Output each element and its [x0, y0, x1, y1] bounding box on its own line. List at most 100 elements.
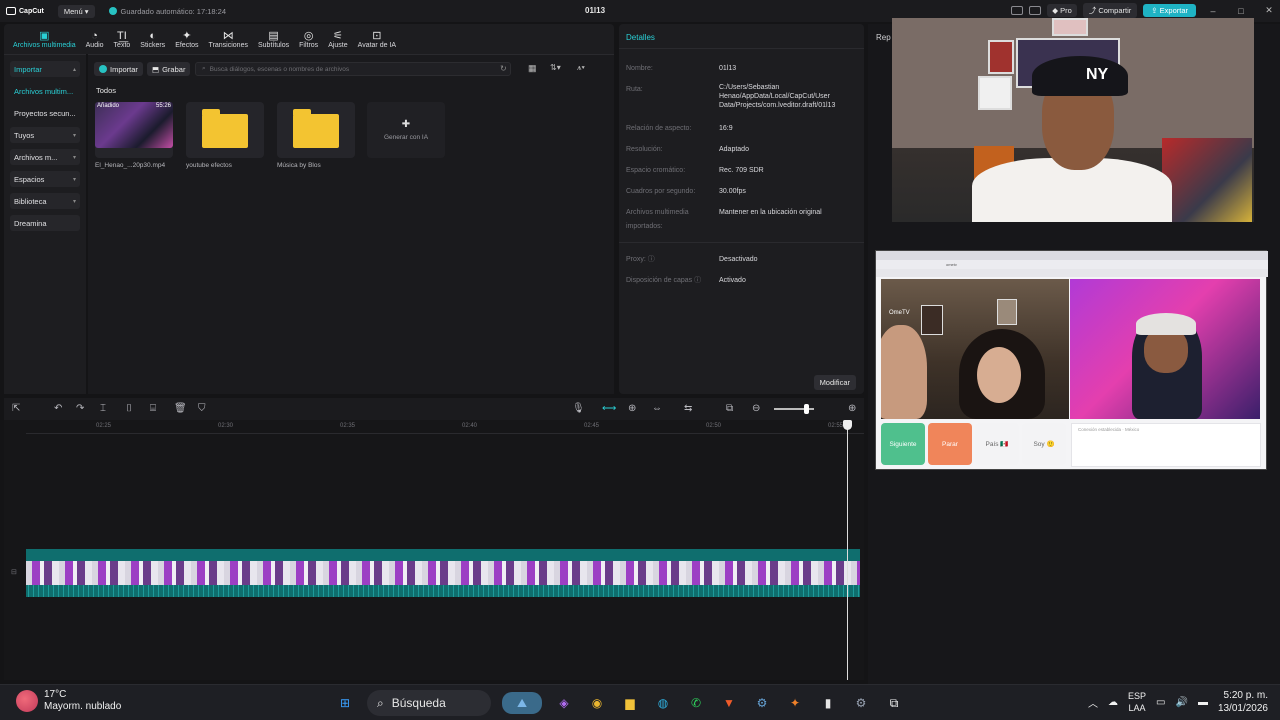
nav-item-4[interactable]: Archivos m... ▾ [10, 149, 80, 165]
media-item-folder[interactable]: youtube efectos [186, 102, 264, 169]
nav-item-6[interactable]: Biblioteca ▾ [10, 193, 80, 209]
generate-ai-button[interactable]: ✚ Generar con IA [367, 102, 445, 158]
track-lock-icon[interactable]: ⊟ [11, 568, 17, 576]
ruler-tick: 02:30 [218, 423, 234, 429]
export-button[interactable]: ⇪ Exportar [1143, 4, 1196, 17]
zoom-out-icon[interactable]: ⊖ [752, 398, 760, 420]
start-icon[interactable]: ⊞ [334, 692, 356, 714]
system-tray: ︿ ☁ ESP LAA ▭ 🔊 ▬ 5:20 p. m. 13/01/2026 [1088, 689, 1268, 715]
app-icon-orange[interactable]: ✦ [784, 692, 806, 714]
trim-right-icon[interactable]: ⌸ [150, 398, 156, 420]
whatsapp-icon[interactable]: ✆ [685, 692, 707, 714]
chevron-up-icon[interactable]: ︿ [1088, 695, 1098, 710]
record-button[interactable]: ⬒ Grabar [147, 62, 191, 76]
language-indicator[interactable]: ESP LAA [1128, 690, 1146, 714]
undo-icon[interactable]: ↶ [54, 398, 62, 420]
next-button[interactable]: Siguiente [881, 423, 925, 465]
trim-left-icon[interactable]: ⌷ [126, 398, 132, 420]
import-button[interactable]: Importar [94, 62, 143, 76]
tab-label: Audio [85, 42, 104, 49]
tab-audio[interactable]: ◔ Audio [81, 30, 109, 54]
file-explorer-icon[interactable]: ▆ [619, 692, 641, 714]
zoom-slider[interactable] [774, 404, 814, 414]
sort-icon[interactable]: ⇅▾ [550, 63, 561, 72]
menu-button[interactable]: Menú ▾ [57, 4, 95, 18]
tab-adjust[interactable]: ⚟ Ajuste [323, 30, 352, 54]
tab-label: Stickers [140, 42, 166, 49]
chat-box[interactable]: Conexión establecida · México [1071, 423, 1261, 467]
audio-waveform [26, 585, 860, 597]
magnet-icon[interactable]: ⊕ [628, 398, 636, 420]
filter-icon[interactable]: ⩚▾ [577, 63, 585, 73]
snap-icon[interactable]: ⇆ [684, 398, 692, 420]
self-video [1070, 279, 1260, 419]
tab-filter[interactable]: ◎ Filtros [294, 30, 323, 54]
project-title: 01l13 [585, 6, 606, 15]
clock[interactable]: 5:20 p. m. 13/01/2026 [1218, 689, 1268, 715]
nav-item-7[interactable]: Dreamina [10, 215, 80, 231]
tab-subtitle[interactable]: ▤ Subtítulos [253, 30, 294, 54]
link-icon[interactable]: ⟷ [602, 398, 616, 420]
microphone-icon[interactable]: 🎙 [572, 398, 585, 420]
network-icon[interactable]: ▭ [1156, 697, 1165, 708]
nav-item-0[interactable]: Importar ▴ [10, 61, 80, 77]
nav-item-5[interactable]: Espacios ▾ [10, 171, 80, 187]
tab-media[interactable]: ▣ Archivos multimedia [8, 30, 81, 54]
steam-icon[interactable]: ⚙ [751, 692, 773, 714]
maximize-button[interactable]: □ [1230, 6, 1252, 16]
grid-view-icon[interactable]: ▦ [528, 63, 537, 74]
shield-icon[interactable]: ⛉ [198, 398, 206, 420]
gender-button[interactable]: Soy 🙂 [1022, 423, 1066, 465]
tab-label: Archivos multimedia [13, 42, 76, 49]
share-button[interactable]: ⤴ Compartir [1082, 3, 1138, 18]
delete-icon[interactable]: 🗑 [174, 398, 187, 420]
media-item-folder[interactable]: Música by Blos [277, 102, 355, 169]
settings-icon[interactable]: ⚙ [850, 692, 872, 714]
landscape-app-icon[interactable]: ⛰ [502, 692, 542, 714]
onedrive-icon[interactable]: ☁ [1108, 697, 1118, 708]
preview-icon[interactable]: ⇔ [652, 398, 662, 420]
redo-icon[interactable]: ↷ [76, 398, 84, 420]
capcut-icon[interactable]: ⧉ [883, 692, 905, 714]
zoom-in-icon[interactable]: ⊕ [848, 398, 856, 420]
media-search-input[interactable]: ⌕ Busca diálogos, escenas o nombres de ar… [195, 62, 511, 76]
stats-app-icon[interactable]: ▮ [817, 692, 839, 714]
video-clip-header[interactable] [26, 549, 860, 561]
weather-widget[interactable]: 17°C Mayorm. nublado [16, 689, 121, 713]
refresh-icon[interactable]: ↻ [500, 64, 507, 73]
player-title: Rep [876, 33, 891, 42]
modify-button[interactable]: Modificar [813, 375, 856, 390]
close-button[interactable]: ✕ [1258, 5, 1280, 16]
brave-icon[interactable]: ▼ [718, 692, 740, 714]
nav-item-3[interactable]: Tuyos ▾ [10, 127, 80, 143]
video-clip[interactable] [26, 561, 860, 585]
tab-avatar[interactable]: ⊡ Avatar de IA [353, 30, 401, 54]
stop-button[interactable]: Parar [928, 423, 972, 465]
volume-icon[interactable]: 🔊 [1175, 697, 1187, 708]
battery-icon[interactable]: ▬ [1198, 697, 1208, 708]
caption-icon[interactable]: ⧉ [726, 398, 733, 420]
pro-button[interactable]: ◆ Pro [1047, 4, 1077, 17]
tab-text[interactable]: T͟I Texto [109, 30, 136, 54]
detail-key: Relación de aspecto: [626, 125, 692, 132]
tab-effects[interactable]: ✦ Efectos [170, 30, 203, 54]
copilot-icon[interactable]: ◈ [553, 692, 575, 714]
playhead[interactable] [843, 420, 852, 680]
filter-all-label[interactable]: Todos [96, 86, 116, 95]
nav-item-1[interactable]: Archivos multim... [10, 83, 80, 99]
taskbar-search[interactable]: ⌕ Búsqueda [367, 690, 491, 716]
minimize-button[interactable]: – [1202, 6, 1224, 16]
tab-sticker[interactable]: ◐ Stickers [135, 30, 170, 54]
details-title: Detalles [626, 33, 655, 42]
tab-transition[interactable]: ⋈ Transiciones [204, 30, 253, 54]
split-icon[interactable]: ⌶ [100, 398, 106, 420]
layout-icon[interactable] [1011, 6, 1024, 15]
edge-icon[interactable]: ◍ [652, 692, 674, 714]
nav-item-2[interactable]: Proyectos secun... [10, 105, 80, 121]
zoom-slider-knob[interactable] [804, 404, 809, 414]
media-item-video[interactable]: Añadido 55:26 El_Henao_...20p30.mp4 [95, 102, 173, 169]
chrome-icon[interactable]: ◉ [586, 692, 608, 714]
country-button[interactable]: País 🇲🇽 [975, 423, 1019, 465]
select-tool-icon[interactable]: ⇱ [12, 398, 20, 420]
shortcut-icon[interactable] [1029, 6, 1042, 15]
